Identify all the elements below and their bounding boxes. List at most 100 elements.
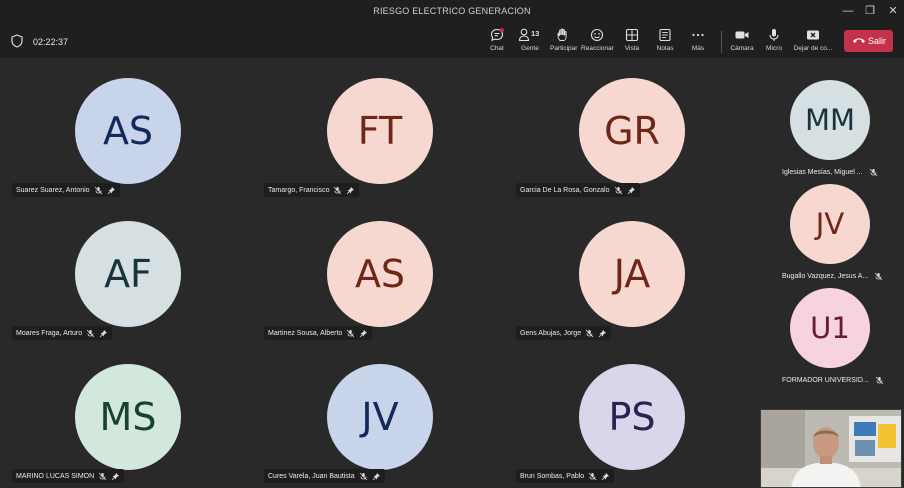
notes-label: Notas bbox=[656, 45, 674, 52]
participant-tile[interactable]: PS Brun Sombas, Pablo bbox=[508, 352, 756, 488]
mic-button[interactable]: Micro bbox=[764, 27, 784, 57]
participant-nametag: Martinez Sousa, Alberto bbox=[264, 326, 373, 340]
self-video-preview[interactable] bbox=[760, 409, 902, 488]
muted-mic-icon bbox=[94, 186, 102, 194]
camera-label: Cámara bbox=[730, 45, 754, 52]
muted-mic-icon bbox=[869, 168, 877, 177]
shield-icon[interactable] bbox=[11, 34, 23, 48]
participant-nametag: Cures Varela, Juan Bautista bbox=[264, 469, 385, 483]
participant-tile[interactable]: AS Martinez Sousa, Alberto bbox=[256, 209, 504, 349]
muted-mic-icon bbox=[585, 329, 594, 337]
avatar: PS bbox=[579, 364, 685, 470]
avatar: GR bbox=[579, 78, 685, 184]
leave-button[interactable]: Salir bbox=[844, 30, 893, 52]
avatar: MS bbox=[75, 364, 181, 470]
leave-label: Salir bbox=[868, 36, 887, 46]
participant-name: MARINO LUCAS SIMON bbox=[16, 472, 95, 480]
people-button[interactable]: 13 Gente bbox=[518, 27, 542, 57]
stop-sharing-label: Dejar de co... bbox=[793, 45, 833, 52]
participant-nametag: MARINO LUCAS SIMON bbox=[12, 469, 125, 483]
pin-icon[interactable] bbox=[359, 329, 368, 338]
more-dots-icon bbox=[692, 33, 704, 37]
more-label: Más bbox=[691, 45, 705, 52]
people-count: 13 bbox=[531, 29, 539, 38]
meeting-timer: 02:22:37 bbox=[33, 37, 69, 47]
chat-icon bbox=[490, 28, 504, 42]
side-participant-tile[interactable]: U1 FORMADOR UNIVERSID... bbox=[782, 288, 904, 388]
participant-tile[interactable]: JV Cures Varela, Juan Bautista bbox=[256, 352, 504, 488]
participant-tile[interactable]: AS Suarez Suarez, Antonio bbox=[4, 66, 252, 206]
muted-mic-icon bbox=[875, 376, 884, 385]
microphone-icon bbox=[769, 29, 779, 41]
participant-name: Tamargo, Francisco bbox=[268, 186, 330, 194]
side-participant-tile[interactable]: JV Bugallo Vazquez, Jesus A... bbox=[782, 184, 904, 284]
participant-nametag: Brun Sombas, Pablo bbox=[516, 469, 615, 483]
react-label: Reaccionar bbox=[581, 45, 614, 52]
participant-name: Suarez Suarez, Antonio bbox=[16, 186, 90, 194]
muted-mic-icon bbox=[874, 272, 883, 281]
participant-nametag: Suarez Suarez, Antonio bbox=[12, 183, 120, 197]
pin-icon[interactable] bbox=[346, 186, 355, 195]
participant-name: Martinez Sousa, Alberto bbox=[268, 329, 343, 337]
hang-up-icon bbox=[853, 38, 865, 43]
participant-nametag: FORMADOR UNIVERSID... bbox=[782, 376, 884, 385]
avatar: JV bbox=[327, 364, 433, 470]
pin-icon[interactable] bbox=[598, 329, 607, 338]
pin-icon[interactable] bbox=[601, 472, 610, 481]
close-window-button[interactable]: ✕ bbox=[880, 3, 904, 19]
pin-icon[interactable] bbox=[627, 186, 636, 195]
participant-name: Bugallo Vazquez, Jesus A... bbox=[782, 273, 869, 280]
view-label: Vista bbox=[624, 45, 640, 52]
view-button[interactable]: Vista bbox=[622, 27, 642, 57]
muted-mic-icon bbox=[347, 329, 355, 337]
camera-icon bbox=[735, 31, 749, 39]
avatar: MM bbox=[790, 80, 870, 160]
avatar: U1 bbox=[790, 288, 870, 368]
people-icon: 13 bbox=[518, 28, 539, 42]
meeting-toolbar: 02:22:37 Chat 13 Gente Participar Reacci… bbox=[0, 23, 904, 59]
notes-icon bbox=[659, 28, 671, 42]
participant-name: Cures Varela, Juan Bautista bbox=[268, 472, 355, 480]
react-button[interactable]: Reaccionar bbox=[581, 27, 614, 57]
participant-name: Gens Abujas, Jorge bbox=[520, 329, 582, 337]
participant-name: Iglesias Mesías, Miguel ... bbox=[782, 169, 863, 176]
participant-name: Moares Fraga, Arturo bbox=[16, 329, 83, 337]
pin-icon[interactable] bbox=[111, 472, 120, 481]
mic-label: Micro bbox=[766, 45, 782, 52]
participant-nametag: Iglesias Mesías, Miguel ... bbox=[782, 168, 878, 177]
muted-mic-icon bbox=[588, 472, 597, 480]
toolbar-divider bbox=[721, 31, 722, 53]
people-label: Gente bbox=[521, 45, 539, 52]
participant-tile[interactable]: AF Moares Fraga, Arturo bbox=[4, 209, 252, 349]
participant-nametag: Gens Abujas, Jorge bbox=[516, 326, 612, 340]
stop-sharing-button[interactable]: Dejar de co... bbox=[792, 27, 834, 57]
pin-icon[interactable] bbox=[99, 329, 108, 338]
muted-mic-icon bbox=[614, 186, 622, 194]
smiley-icon bbox=[590, 28, 604, 42]
side-participant-tile[interactable]: MM Iglesias Mesías, Miguel ... bbox=[782, 80, 904, 180]
notes-button[interactable]: Notas bbox=[655, 27, 675, 57]
raise-hand-button[interactable]: Participar bbox=[550, 27, 578, 57]
layout-grid-icon bbox=[625, 28, 639, 42]
participant-name: Brun Sombas, Pablo bbox=[520, 472, 585, 480]
raise-hand-label: Participar bbox=[550, 45, 578, 52]
muted-mic-icon bbox=[359, 472, 367, 480]
participant-name: Garcia De La Rosa, Gonzalo bbox=[520, 186, 610, 194]
participant-tile[interactable]: JA Gens Abujas, Jorge bbox=[508, 209, 756, 349]
camera-button[interactable]: Cámara bbox=[730, 27, 754, 57]
participant-tile[interactable]: GR Garcia De La Rosa, Gonzalo bbox=[508, 66, 756, 206]
participant-nametag: Tamargo, Francisco bbox=[264, 183, 360, 197]
pin-icon[interactable] bbox=[107, 186, 116, 195]
more-button[interactable]: Más bbox=[689, 27, 707, 57]
avatar: JV bbox=[790, 184, 870, 264]
participant-nametag: Bugallo Vazquez, Jesus A... bbox=[782, 272, 883, 281]
avatar: FT bbox=[327, 78, 433, 184]
avatar: AS bbox=[327, 221, 433, 327]
avatar: AF bbox=[75, 221, 181, 327]
chat-button[interactable]: Chat bbox=[487, 27, 507, 57]
avatar: AS bbox=[75, 78, 181, 184]
participant-tile[interactable]: MS MARINO LUCAS SIMON bbox=[4, 352, 252, 488]
participant-name: FORMADOR UNIVERSID... bbox=[782, 377, 869, 384]
pin-icon[interactable] bbox=[372, 472, 381, 481]
participant-tile[interactable]: FT Tamargo, Francisco bbox=[256, 66, 504, 206]
